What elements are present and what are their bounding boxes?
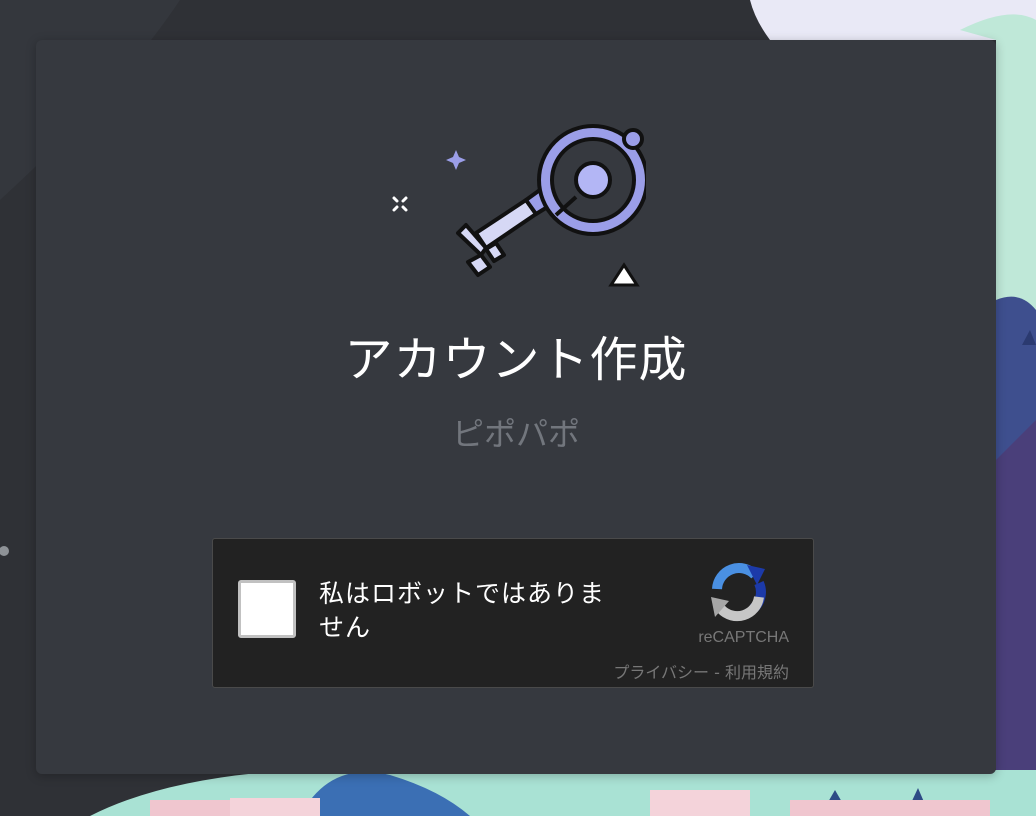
page-title: アカウント作成 xyxy=(344,332,688,388)
recaptcha-widget: 私はロボットではありません reCAPTCHA プライバシー - 利用規約 xyxy=(212,538,814,688)
link-separator: - xyxy=(709,663,725,682)
key-icon xyxy=(392,124,646,287)
recaptcha-label: 私はロボットではありません xyxy=(319,579,606,642)
recaptcha-logo-icon xyxy=(711,563,766,622)
recaptcha-brand: reCAPTCHA xyxy=(698,629,789,646)
privacy-link[interactable]: プライバシー xyxy=(613,663,709,682)
page-subtitle: ピポパポ xyxy=(451,415,580,453)
terms-link[interactable]: 利用規約 xyxy=(725,663,789,682)
recaptcha-links: プライバシー - 利用規約 xyxy=(613,659,789,683)
recaptcha-checkbox[interactable] xyxy=(238,580,296,638)
create-account-modal: アカウント作成 ピポパポ 私はロボットではありません reCAPTCHA プライ… xyxy=(36,40,996,774)
